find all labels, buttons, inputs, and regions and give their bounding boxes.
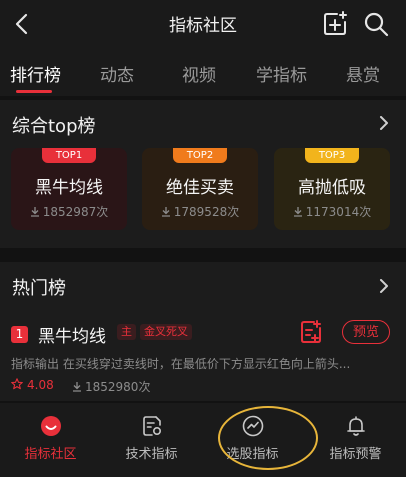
- add-indicator-icon[interactable]: [300, 320, 322, 344]
- bottom-nav-label: 技术指标: [125, 447, 178, 462]
- usage-count-value: 1852980次: [85, 380, 151, 394]
- tab-feed[interactable]: 动态: [100, 61, 134, 86]
- tab-bar: 排行榜 动态 视频 学指标 悬赏: [0, 48, 406, 96]
- tag-main: 主: [117, 324, 136, 340]
- tab-bounty[interactable]: 悬赏: [346, 61, 380, 86]
- download-count: 1852987次: [11, 203, 127, 220]
- tab-video[interactable]: 视频: [182, 61, 216, 86]
- download-count: 1173014次: [274, 203, 390, 220]
- star-icon: [11, 378, 23, 390]
- rank-number: 1: [11, 326, 28, 343]
- bottom-nav-alerts[interactable]: 指标预警: [305, 403, 406, 477]
- chevron-right-icon[interactable]: [377, 116, 391, 130]
- usage-count: 1852980次: [72, 378, 150, 395]
- download-count-value: 1173014次: [305, 205, 372, 219]
- active-tab-indicator: [16, 90, 52, 93]
- top-card-3[interactable]: TOP3 高抛低吸 1173014次: [274, 148, 390, 230]
- download-count-value: 1852987次: [42, 205, 109, 219]
- top-card-2[interactable]: TOP2 绝佳买卖 1789528次: [142, 148, 258, 230]
- indicator-name: 绝佳买卖: [166, 178, 234, 198]
- bottom-nav-label: 指标社区: [24, 447, 77, 462]
- bottom-nav-community[interactable]: 指标社区: [0, 403, 101, 477]
- bottom-nav-bar: 指标社区 技术指标 选股指标 指标预警: [0, 403, 406, 477]
- community-icon: [41, 416, 61, 436]
- bottom-nav-label: 指标预警: [329, 447, 382, 462]
- hot-item-description: 指标输出 在买线穿过卖线时，在最低价下方显示红色向上箭头...: [11, 357, 351, 371]
- download-icon: [73, 382, 81, 392]
- add-post-icon[interactable]: [322, 11, 348, 37]
- chevron-right-icon[interactable]: [377, 279, 391, 293]
- search-icon[interactable]: [362, 10, 390, 38]
- download-count-value: 1789528次: [173, 205, 240, 219]
- rating-value: 4.08: [27, 378, 54, 392]
- tab-learn[interactable]: 学指标: [256, 61, 307, 86]
- indicator-name: 高抛低吸: [298, 178, 366, 198]
- hot-list-title: 热门榜: [12, 278, 66, 299]
- tab-leaderboard[interactable]: 排行榜: [10, 61, 61, 86]
- bottom-nav-tech-indicators[interactable]: 技术指标: [101, 403, 202, 477]
- preview-button[interactable]: 预览: [342, 320, 390, 344]
- download-icon: [161, 207, 170, 217]
- rating: 4.08: [11, 378, 54, 392]
- composite-top-title: 综合top榜: [12, 116, 96, 137]
- hot-item-name[interactable]: 黑牛均线: [38, 322, 106, 347]
- nav-bar: 指标社区: [0, 0, 406, 48]
- top-badge: TOP2: [173, 148, 227, 163]
- highlight-ring: [218, 406, 318, 470]
- indicator-name: 黑牛均线: [35, 178, 103, 198]
- download-icon: [293, 207, 302, 217]
- download-icon: [30, 207, 39, 217]
- bell-icon: [347, 416, 365, 436]
- top-badge: TOP3: [305, 148, 359, 163]
- doc-settings-icon: [143, 416, 162, 436]
- top-card-1[interactable]: TOP1 黑牛均线 1852987次: [11, 148, 127, 230]
- download-count: 1789528次: [142, 203, 258, 220]
- top-badge: TOP1: [42, 148, 96, 163]
- tag-cross: 金叉死叉: [140, 324, 192, 340]
